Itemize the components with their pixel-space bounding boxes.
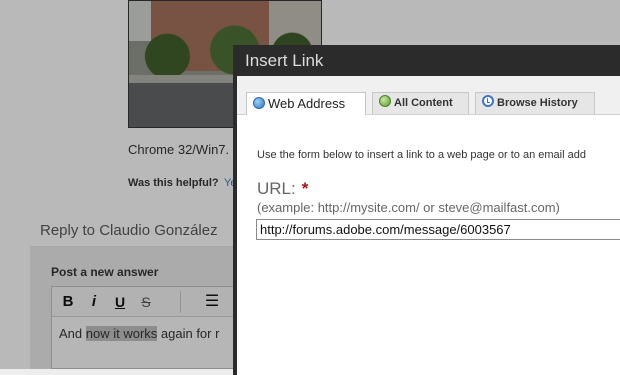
tab-all-content[interactable]: All Content	[372, 92, 469, 114]
required-marker: *	[301, 179, 309, 198]
history-icon	[482, 95, 494, 107]
url-input[interactable]	[256, 219, 620, 240]
tab-web-address[interactable]: Web Address	[246, 92, 366, 115]
tab-browse-history[interactable]: Browse History	[475, 92, 595, 114]
dialog-title: Insert Link	[245, 51, 324, 70]
all-content-icon	[379, 95, 391, 107]
globe-icon	[253, 97, 265, 109]
url-example: (example: http://mysite.com/ or steve@ma…	[257, 200, 560, 215]
url-label-text: URL:	[257, 179, 296, 198]
url-label: URL: *	[257, 179, 308, 199]
tab-label: All Content	[394, 97, 453, 109]
tab-label: Browse History	[497, 97, 578, 109]
tab-strip: Web Address All Content Browse History	[237, 76, 620, 115]
tab-label: Web Address	[268, 96, 346, 111]
dialog-instructions: Use the form below to insert a link to a…	[257, 149, 586, 161]
